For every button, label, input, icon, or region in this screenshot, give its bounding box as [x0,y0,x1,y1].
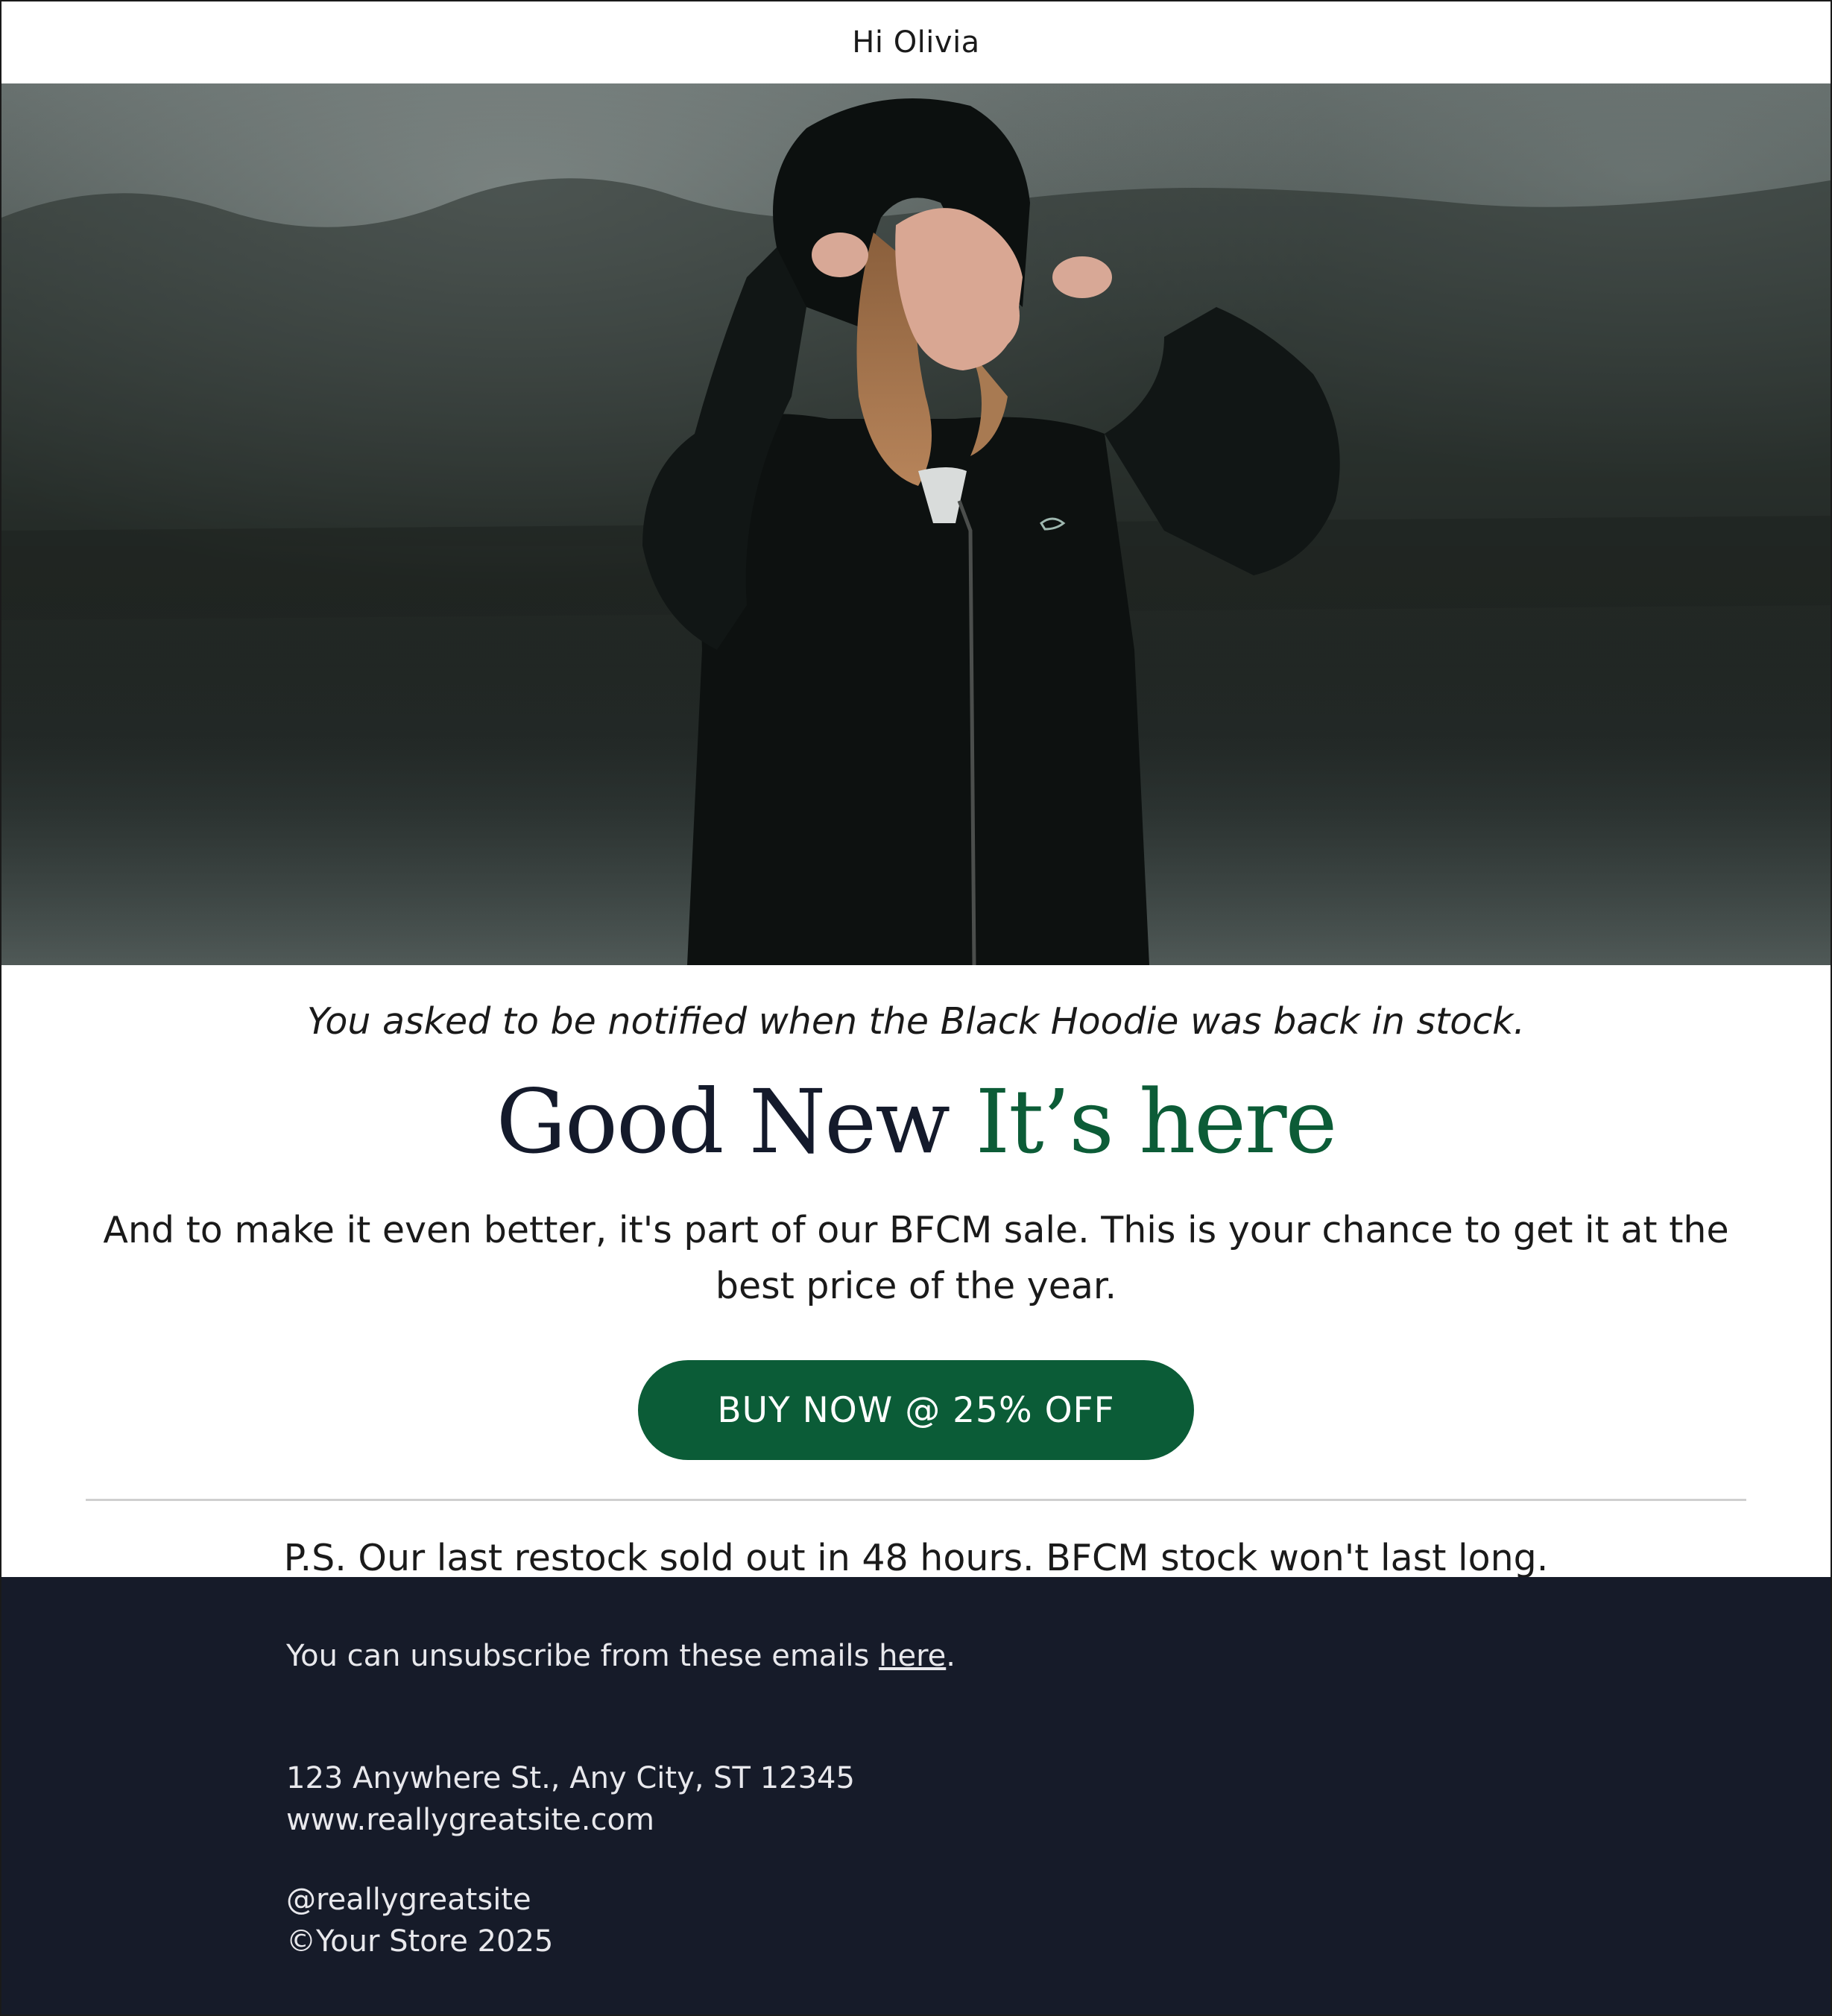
hero-image [1,83,1831,965]
body-text: And to make it even better, it's part of… [103,1209,1729,1307]
unsubscribe-line: You can unsubscribe from these emails he… [286,1635,956,1677]
unsubscribe-suffix: . [946,1639,956,1673]
footer-copyright: ©Your Store 2025 [286,1924,554,1959]
buy-now-button[interactable]: BUY NOW @ 25% OFF [638,1360,1194,1460]
footer: You can unsubscribe from these emails he… [1,1577,1831,2015]
unsubscribe-link[interactable]: here [879,1639,946,1673]
footer-social-handle: @reallygreatsite [286,1883,531,1917]
headline-green: It’s here [975,1070,1338,1173]
hero-photo [1,83,1831,965]
cta-wrapper: BUY NOW @ 25% OFF [1,1360,1831,1460]
footer-address: 123 Anywhere St., Any City, ST 12345 [286,1761,855,1795]
footer-website: www.reallygreatsite.com [286,1803,654,1837]
main-content: You asked to be notified when the Black … [1,965,1831,1584]
unsubscribe-prefix: You can unsubscribe from these emails [286,1639,879,1673]
headline: Good New It’s here [1,1069,1831,1174]
email-container: Hi Olivia You asked to be notified when … [0,0,1832,2016]
greeting-bar: Hi Olivia [1,1,1831,83]
greeting-text: Hi Olivia [852,25,980,60]
headline-dark: Good New [496,1070,950,1173]
restock-notice: You asked to be notified when the Black … [306,1000,1526,1043]
divider [86,1499,1746,1501]
